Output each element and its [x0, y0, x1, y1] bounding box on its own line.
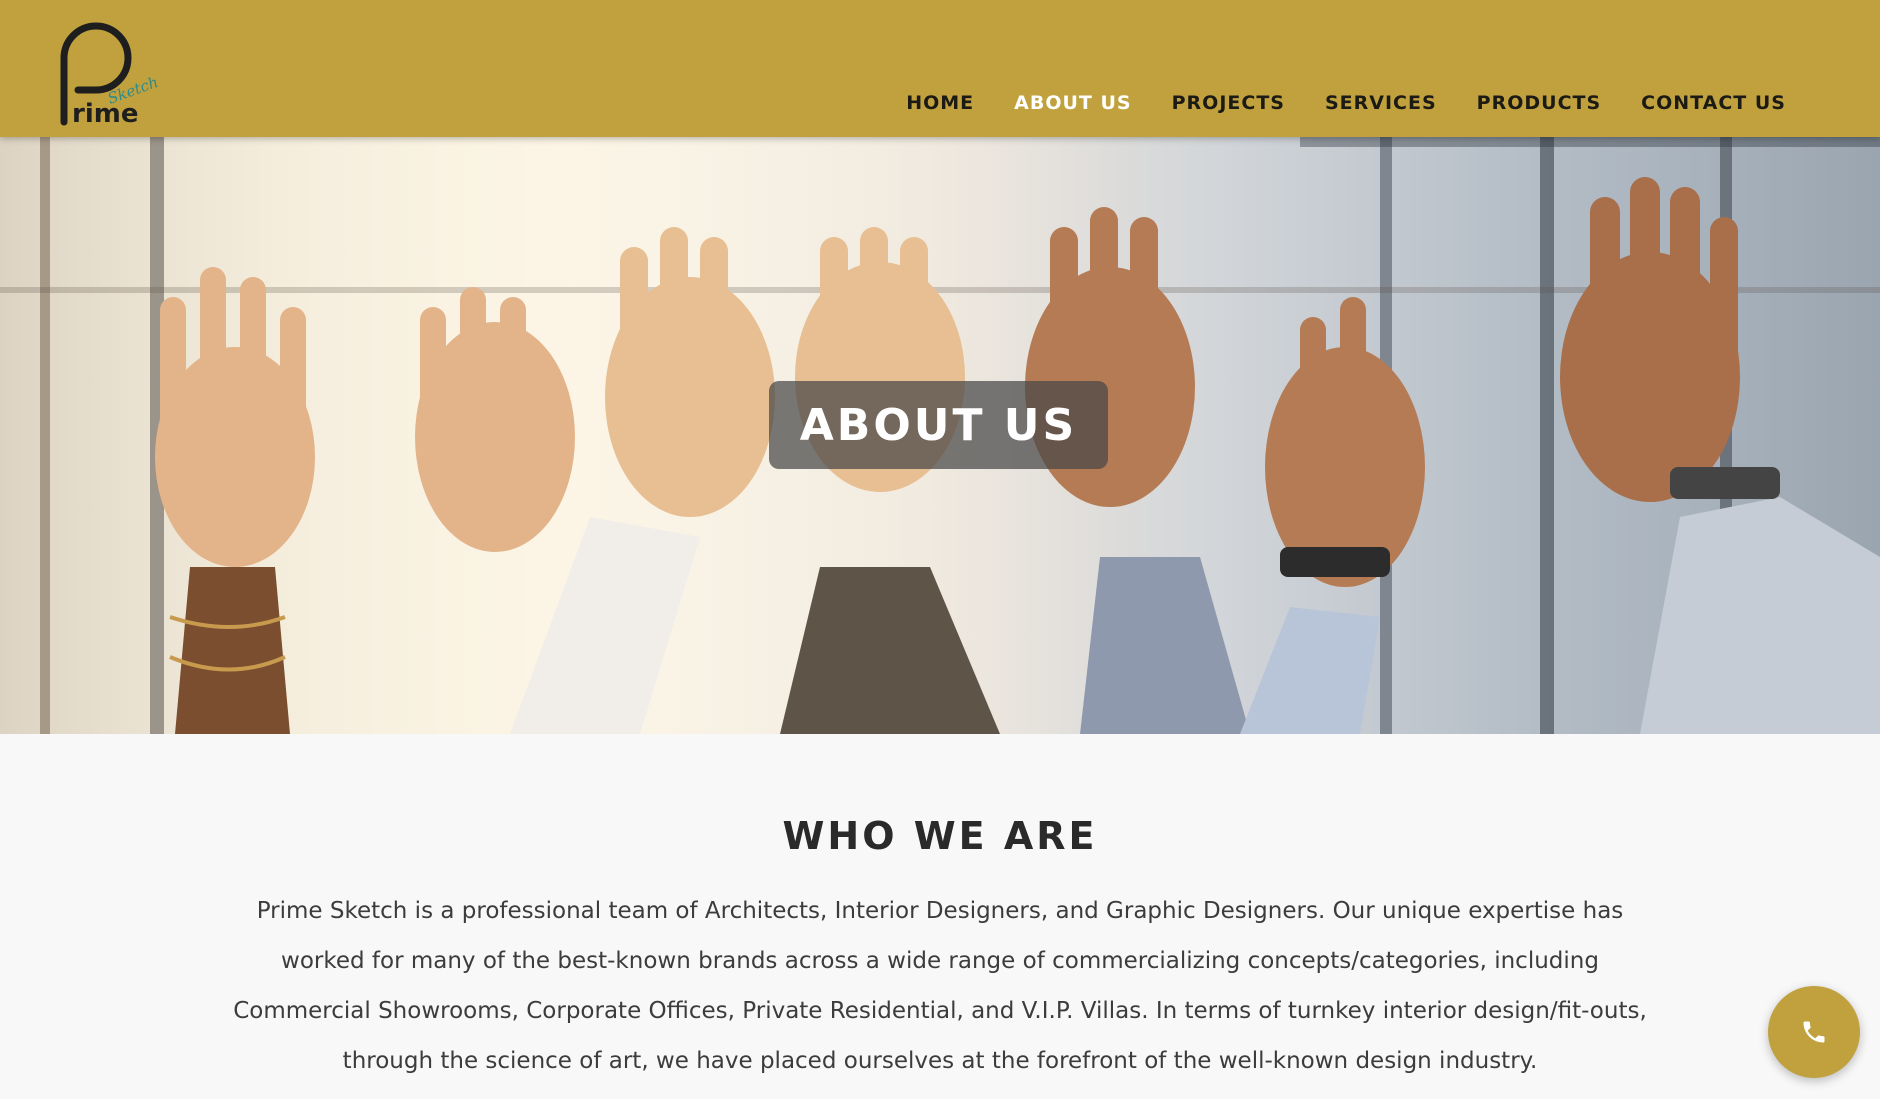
- hero-title-box: ABOUT US: [769, 381, 1108, 469]
- hero-banner: ABOUT US: [0, 137, 1880, 734]
- about-line: Prime Sketch is a professional team of A…: [256, 898, 1624, 924]
- nav-about-us[interactable]: ABOUT US: [1014, 92, 1131, 114]
- nav-contact-us[interactable]: CONTACT US: [1641, 92, 1786, 114]
- about-line: Commercial Showrooms, Corporate Offices,…: [233, 998, 1647, 1024]
- call-button[interactable]: [1768, 986, 1860, 1078]
- svg-text:rime: rime: [72, 99, 138, 128]
- about-line: worked for many of the best-known brands…: [281, 948, 1599, 974]
- about-paragraph: Prime Sketch is a professional team of A…: [200, 886, 1680, 1086]
- about-line: through the science of art, we have plac…: [342, 1048, 1538, 1074]
- site-header: rime Sketch HOME ABOUT US PROJECTS SERVI…: [0, 0, 1880, 137]
- phone-icon: [1803, 1021, 1825, 1043]
- logo-mark: rime Sketch: [60, 22, 161, 128]
- who-we-are-section: WHO WE ARE Prime Sketch is a professiona…: [0, 734, 1880, 1099]
- nav-services[interactable]: SERVICES: [1325, 92, 1437, 114]
- nav-home[interactable]: HOME: [906, 92, 974, 114]
- nav-products[interactable]: PRODUCTS: [1477, 92, 1602, 114]
- nav-projects[interactable]: PROJECTS: [1172, 92, 1285, 114]
- hero-title: ABOUT US: [799, 399, 1078, 451]
- main-nav: HOME ABOUT US PROJECTS SERVICES PRODUCTS…: [866, 90, 1786, 116]
- section-heading: WHO WE ARE: [782, 814, 1098, 858]
- prime-sketch-logo[interactable]: rime Sketch: [56, 18, 176, 128]
